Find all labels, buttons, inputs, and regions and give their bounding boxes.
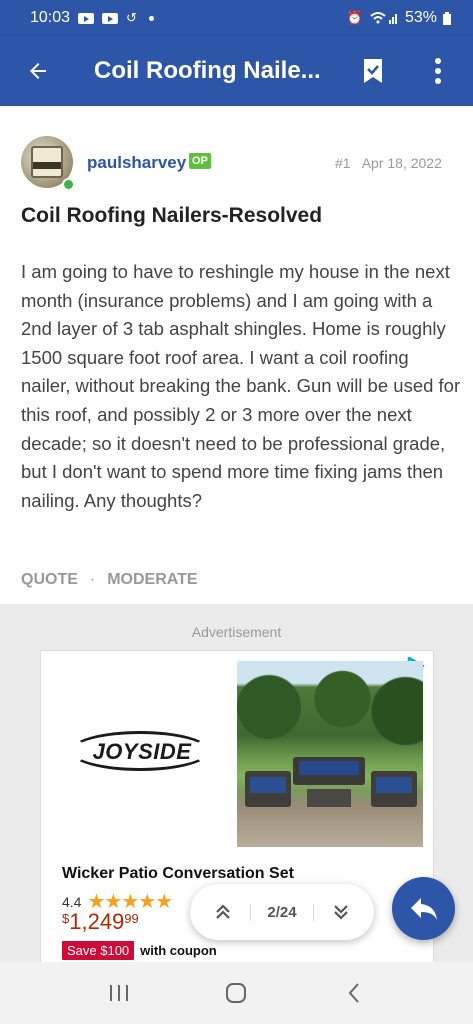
reply-icon — [410, 897, 437, 920]
battery-level: 53% — [404, 9, 437, 26]
post-author[interactable]: paulsharvey — [87, 153, 186, 173]
more-options-button[interactable] — [420, 50, 456, 92]
wifi-signal-icon — [370, 12, 397, 24]
back-button[interactable] — [12, 43, 64, 99]
price-currency: $ — [62, 911, 70, 926]
page-title: Coil Roofing Naile... — [94, 57, 321, 84]
post-pager: 2/24 — [190, 884, 374, 940]
more-vert-icon — [435, 58, 441, 84]
product-image[interactable] — [237, 661, 423, 847]
bookmark-button[interactable] — [352, 50, 394, 92]
alarm-icon: ⏰ — [346, 10, 363, 25]
battery-icon — [443, 11, 451, 25]
recent-apps-icon — [109, 985, 128, 1001]
save-badge: Save $100 — [62, 941, 135, 960]
coupon-text: with coupon — [140, 943, 217, 958]
op-badge: OP — [189, 153, 211, 169]
status-left: 10:03 ↺ — [30, 9, 154, 27]
status-time: 10:03 — [30, 9, 71, 26]
sync-icon: ↺ — [126, 10, 137, 25]
post-number[interactable]: #1 — [335, 155, 351, 171]
quote-button[interactable]: QUOTE — [21, 571, 78, 589]
product-name[interactable]: Wicker Patio Conversation Set — [62, 865, 294, 883]
system-back-button[interactable] — [329, 973, 379, 1013]
moderate-button[interactable]: MODERATE — [107, 571, 197, 589]
back-arrow-icon — [30, 63, 46, 79]
home-icon — [226, 983, 247, 1003]
post-date: Apr 18, 2022 — [361, 155, 442, 171]
pager-down-button[interactable] — [326, 897, 356, 927]
double-chevron-down-icon — [334, 905, 348, 920]
reply-button[interactable] — [392, 877, 455, 940]
recent-apps-button[interactable] — [94, 973, 144, 1013]
forum-post: paulsharvey OP #1 Apr 18, 2022 Coil Roof… — [0, 106, 473, 604]
avatar-image — [31, 146, 63, 178]
online-status-icon — [62, 178, 75, 191]
pager-count[interactable]: 2/24 — [250, 903, 314, 921]
status-right: ⏰ 53% — [347, 9, 451, 27]
ad-label: Advertisement — [191, 624, 282, 640]
post-meta: #1 Apr 18, 2022 — [335, 155, 450, 171]
status-bar: 10:03 ↺ ⏰ 53% — [0, 0, 473, 36]
brand-logo: JOYSIDE — [70, 731, 210, 771]
action-separator: · — [89, 571, 96, 588]
rating-value: 4.4 — [62, 893, 82, 910]
home-button[interactable] — [211, 973, 261, 1013]
youtube-notification-icon — [102, 12, 119, 24]
double-chevron-up-icon — [216, 904, 230, 919]
brand-name: JOYSIDE — [92, 739, 192, 764]
post-body: I am going to have to reshingle my house… — [21, 261, 461, 511]
post-actions: QUOTE · MODERATE — [21, 571, 198, 589]
price-main: 1,249 — [69, 909, 125, 934]
chevron-left-icon — [348, 983, 359, 1003]
pager-up-button[interactable] — [208, 897, 238, 927]
system-nav-bar — [0, 962, 473, 1024]
bookmark-icon — [364, 59, 382, 83]
youtube-notification-icon — [78, 12, 95, 24]
coupon-row: Save $100 with coupon — [62, 941, 217, 960]
product-price: $1,24999 — [62, 909, 139, 935]
more-notifications-icon — [148, 15, 154, 21]
post-title: Coil Roofing Nailers-Resolved — [21, 204, 323, 227]
app-bar: Coil Roofing Naile... — [0, 36, 473, 106]
price-cents: 99 — [124, 911, 139, 926]
